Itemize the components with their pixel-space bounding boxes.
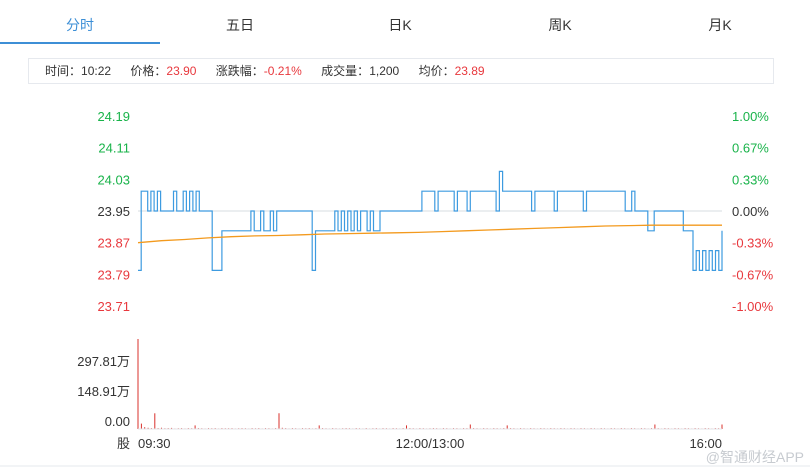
price-series-line [138, 170, 723, 271]
y-tick-price: 24.19 [97, 109, 130, 124]
watermark: @智通财经APP [705, 449, 804, 465]
y-tick-pct: 0.33% [732, 172, 769, 187]
y-tick-pct: 0.00% [732, 204, 769, 219]
y-tick-pct: 0.67% [732, 141, 769, 156]
average-series-line [137, 224, 722, 244]
intraday-chart: 24.19 24.11 24.03 23.95 23.87 23.79 23.71 1.00%… [0, 109, 810, 467]
volume-unit-label: 股 [117, 436, 130, 451]
x-tick-open: 09:30 [138, 436, 171, 451]
y-tick-pct: -0.67% [732, 267, 774, 282]
y-tick-price: 23.79 [97, 267, 130, 282]
volume-tick: 297.81万 [77, 354, 130, 369]
y-tick-pct: 1.00% [732, 109, 769, 124]
volume-tick: 0.00 [105, 414, 130, 429]
y-tick-pct: -1.00% [732, 299, 774, 314]
y-tick-price: 23.71 [97, 299, 130, 314]
y-tick-price: 24.11 [98, 141, 130, 156]
x-tick-midday: 12:00/13:00 [396, 436, 465, 451]
y-tick-price: 23.95 [97, 204, 130, 219]
y-tick-price: 23.87 [97, 236, 130, 251]
y-tick-price: 24.03 [97, 172, 130, 187]
y-tick-pct: -0.33% [732, 236, 774, 251]
volume-tick: 148.91万 [77, 384, 130, 399]
